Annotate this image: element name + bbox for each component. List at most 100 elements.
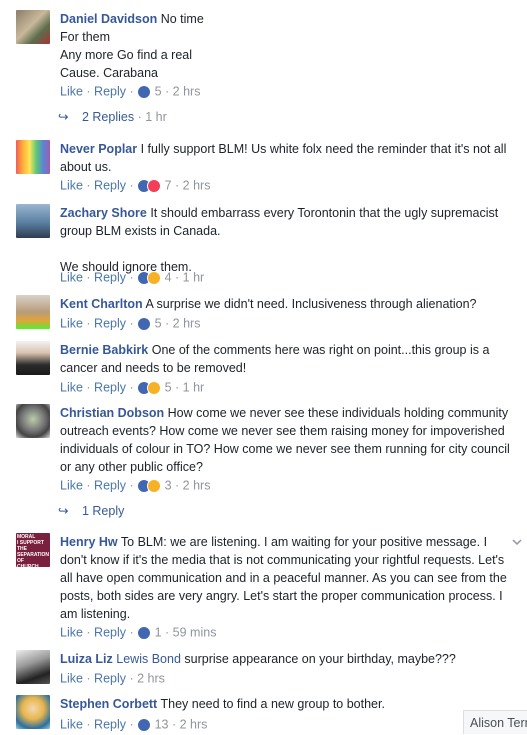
comment-actions: Like · Reply · 5 · 2 hrs <box>60 84 201 99</box>
comment-text: A surprise we didn't need. Inclusiveness… <box>145 297 477 311</box>
avatar[interactable] <box>16 404 50 438</box>
comment-actions: Like · Reply · 7 · 2 hrs <box>60 178 211 193</box>
like-reaction-icon <box>137 84 152 99</box>
like-link[interactable]: Like <box>60 626 83 640</box>
reply-arrow-icon: ↪ <box>58 504 69 518</box>
comment-body: Kent Charlton A surprise we didn't need.… <box>60 295 517 313</box>
comment-text: To BLM: we are listening. I am waiting f… <box>60 535 507 621</box>
comment-actions: Like · Reply · 5 · 1 hr <box>60 380 205 395</box>
like-reaction-icon <box>137 316 152 331</box>
author-name[interactable]: Zachary Shore <box>60 206 147 220</box>
timestamp[interactable]: 1 hr <box>183 381 205 395</box>
author-name[interactable]: Daniel Davidson <box>60 12 157 26</box>
like-link[interactable]: Like <box>60 271 83 285</box>
reply-link[interactable]: Reply <box>94 672 126 686</box>
author-name[interactable]: Bernie Babkirk <box>60 343 148 357</box>
timestamp[interactable]: 1 hr <box>145 110 167 124</box>
reaction-count[interactable]: 5 <box>155 317 162 331</box>
comment-body: Daniel Davidson No time For them Any mor… <box>60 10 517 82</box>
reaction-icons[interactable] <box>137 717 152 732</box>
comment-actions: Like · Reply · 4 · 1 hr <box>60 270 205 285</box>
reaction-count[interactable]: 7 <box>165 179 172 193</box>
author-name[interactable]: Henry Hw <box>60 535 118 549</box>
comment-text: They need to find a new group to bother. <box>160 697 385 711</box>
comment-body: Never Poplar I fully support BLM! Us whi… <box>60 140 517 176</box>
replies-count[interactable]: 1 Reply <box>82 504 124 518</box>
comment-body: Zachary Shore It should embarrass every … <box>60 204 517 276</box>
reaction-icons[interactable] <box>137 178 162 193</box>
comment-actions: Like · Reply · 2 hrs <box>60 671 165 686</box>
reaction-count[interactable]: 4 <box>165 271 172 285</box>
comment-actions: Like · Reply · 5 · 2 hrs <box>60 316 201 331</box>
replies-link[interactable]: ↪ 2 Replies · 1 hr <box>58 108 167 126</box>
reaction-icons[interactable] <box>137 625 152 640</box>
reaction-count[interactable]: 13 <box>155 718 169 732</box>
reaction-count[interactable]: 5 <box>155 85 162 99</box>
avatar[interactable] <box>16 695 50 729</box>
avatar[interactable]: MORAL I SUPPORT THE SEPARATION OF CHURCH… <box>16 533 50 567</box>
reply-link[interactable]: Reply <box>94 271 126 285</box>
replies-link[interactable]: ↪ 1 Reply <box>58 502 124 520</box>
timestamp[interactable]: 2 hrs <box>173 317 201 331</box>
author-name[interactable]: Stephen Corbett <box>60 697 157 711</box>
reaction-count[interactable]: 1 <box>155 626 162 640</box>
like-link[interactable]: Like <box>60 317 83 331</box>
reaction-icons[interactable] <box>137 316 152 331</box>
like-link[interactable]: Like <box>60 85 83 99</box>
timestamp[interactable]: 2 hrs <box>183 179 211 193</box>
comment-actions: Like · Reply · 3 · 2 hrs <box>60 478 211 493</box>
comment-actions: Like · Reply · 13 · 2 hrs <box>60 717 208 732</box>
reply-link[interactable]: Reply <box>94 317 126 331</box>
comment-body: Bernie Babkirk One of the comments here … <box>60 341 517 377</box>
chat-contact-name[interactable]: Alison Terr <box>470 716 527 730</box>
reply-link[interactable]: Reply <box>94 85 126 99</box>
reaction-icons[interactable] <box>137 270 162 285</box>
chevron-down-icon[interactable] <box>512 537 522 547</box>
like-link[interactable]: Like <box>60 718 83 732</box>
like-reaction-icon <box>137 717 152 732</box>
reaction-icons[interactable] <box>137 84 152 99</box>
comment-body: Henry Hw To BLM: we are listening. I am … <box>60 533 517 623</box>
like-link[interactable]: Like <box>60 672 83 686</box>
avatar[interactable] <box>16 10 50 44</box>
like-link[interactable]: Like <box>60 381 83 395</box>
reply-link[interactable]: Reply <box>94 626 126 640</box>
avatar[interactable] <box>16 650 50 684</box>
timestamp[interactable]: 2 hrs <box>137 672 165 686</box>
author-name[interactable]: Luiza Liz <box>60 652 113 666</box>
reaction-count[interactable]: 3 <box>165 479 172 493</box>
comment-body: Luiza Liz Lewis Bond surprise appearance… <box>60 650 517 668</box>
replies-count[interactable]: 2 Replies <box>82 110 134 124</box>
avatar[interactable] <box>16 204 50 238</box>
reply-link[interactable]: Reply <box>94 179 126 193</box>
comment-actions: Like · Reply · 1 · 59 mins <box>60 625 217 640</box>
author-name[interactable]: Christian Dobson <box>60 406 164 420</box>
author-name[interactable]: Kent Charlton <box>60 297 143 311</box>
like-link[interactable]: Like <box>60 179 83 193</box>
reply-arrow-icon: ↪ <box>58 110 69 124</box>
timestamp[interactable]: 2 hrs <box>180 718 208 732</box>
like-link[interactable]: Like <box>60 479 83 493</box>
mention-link[interactable]: Lewis Bond <box>116 652 181 666</box>
reaction-count[interactable]: 5 <box>165 381 172 395</box>
reply-link[interactable]: Reply <box>94 381 126 395</box>
haha-reaction-icon <box>147 380 162 395</box>
comment-text: surprise appearance on your birthday, ma… <box>184 652 456 666</box>
comment-body: Christian Dobson How come we never see t… <box>60 404 517 476</box>
reaction-icons[interactable] <box>137 478 162 493</box>
reply-link[interactable]: Reply <box>94 479 126 493</box>
chat-tab[interactable]: Alison Terr <box>463 710 527 734</box>
avatar[interactable] <box>16 341 50 375</box>
timestamp[interactable]: 59 mins <box>173 626 217 640</box>
reply-link[interactable]: Reply <box>94 718 126 732</box>
timestamp[interactable]: 1 hr <box>183 271 205 285</box>
comment-body: Stephen Corbett They need to find a new … <box>60 695 517 713</box>
reaction-icons[interactable] <box>137 380 162 395</box>
avatar[interactable] <box>16 140 50 174</box>
like-reaction-icon <box>137 625 152 640</box>
avatar-text: MORAL I SUPPORT THE SEPARATION OF CHURCH… <box>17 534 50 567</box>
avatar[interactable] <box>16 295 50 329</box>
timestamp[interactable]: 2 hrs <box>183 479 211 493</box>
author-name[interactable]: Never Poplar <box>60 142 137 156</box>
timestamp[interactable]: 2 hrs <box>173 85 201 99</box>
